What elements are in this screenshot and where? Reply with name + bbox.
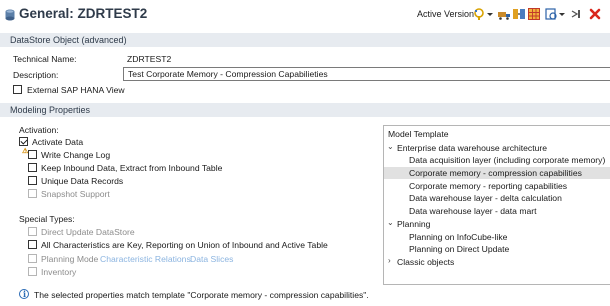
all-characteristics-label: All Characteristics are Key, Reporting o… <box>41 240 328 250</box>
snapshot-support-label: Snapshot Support <box>41 189 110 199</box>
mapping-icon[interactable] <box>512 7 526 21</box>
transport-icon[interactable] <box>497 7 511 21</box>
activate-data-label: Activate Data <box>32 137 84 147</box>
tree-item[interactable]: Data warehouse layer - data mart <box>409 205 537 217</box>
planning-mode-checkbox <box>28 254 37 263</box>
page-title: General: ZDRTEST2 <box>19 6 148 21</box>
all-characteristics-checkbox[interactable] <box>28 240 37 249</box>
info-message: The selected properties match template "… <box>34 290 369 300</box>
keep-inbound-label: Keep Inbound Data, Extract from Inbound … <box>41 163 223 173</box>
model-template-tree[interactable]: Model Template ⌄ Enterprise data warehou… <box>383 125 610 285</box>
keep-inbound-checkbox[interactable] <box>28 163 37 172</box>
description-field[interactable]: Test Corporate Memory - Compression Capa… <box>123 67 610 81</box>
inventory-checkbox <box>28 267 37 276</box>
characteristic-relations-link[interactable]: Characteristic Relations <box>100 254 191 264</box>
expand-arrow-icon[interactable]: ⌄ <box>387 218 394 227</box>
external-hana-view-label: External SAP HANA View <box>27 85 125 95</box>
datastore-section-header[interactable]: DataStore Object (advanced) <box>0 33 610 47</box>
special-types-label: Special Types: <box>19 214 75 224</box>
data-slices-link[interactable]: Data Slices <box>190 254 233 264</box>
technical-name-value: ZDRTEST2 <box>127 54 172 64</box>
description-value: Test Corporate Memory - Compression Capa… <box>128 69 328 79</box>
tree-title: Model Template <box>388 129 449 139</box>
grid-icon[interactable] <box>527 7 541 21</box>
description-label: Description: <box>13 70 59 80</box>
section-title: DataStore Object (advanced) <box>10 35 127 45</box>
activation-label: Activation: <box>19 125 59 135</box>
unique-records-label: Unique Data Records <box>41 176 124 186</box>
direct-update-checkbox <box>28 227 37 236</box>
planning-mode-label: Planning Mode <box>41 254 99 264</box>
snapshot-support-checkbox <box>28 189 37 198</box>
tree-item-selected[interactable]: Corporate memory - compression capabilit… <box>409 167 582 179</box>
write-change-log-checkbox[interactable] <box>28 150 37 159</box>
dropdown-arrow-icon[interactable] <box>558 7 566 21</box>
dropdown-arrow-icon[interactable] <box>486 7 494 21</box>
version-label: Active Version <box>417 9 475 19</box>
info-icon <box>19 289 29 299</box>
section-title: Modeling Properties <box>10 105 91 115</box>
inventory-label: Inventory <box>41 267 77 277</box>
technical-name-label: Technical Name: <box>13 54 77 64</box>
expand-arrow-icon[interactable]: ⌄ <box>387 142 394 151</box>
tree-item[interactable]: Corporate memory - reporting capabilitie… <box>409 180 567 192</box>
data-preview-icon[interactable] <box>544 7 558 21</box>
modeling-section-header[interactable]: Modeling Properties <box>0 103 610 117</box>
tree-item[interactable]: Planning on InfoCube-like <box>409 231 507 243</box>
more-icon[interactable] <box>569 7 583 21</box>
editor-header: General: ZDRTEST2 Active Version <box>0 0 610 30</box>
close-red-icon[interactable] <box>588 7 602 21</box>
collapse-arrow-icon[interactable]: › <box>388 256 391 265</box>
external-hana-view-checkbox[interactable] <box>13 85 22 94</box>
tree-item[interactable]: Data warehouse layer - delta calculation <box>409 192 562 204</box>
datastore-icon <box>5 9 15 21</box>
tree-group-edw[interactable]: Enterprise data warehouse architecture <box>397 142 547 154</box>
write-change-log-label: Write Change Log <box>41 150 111 160</box>
activate-icon[interactable] <box>473 7 487 21</box>
tree-group-classic[interactable]: Classic objects <box>397 256 454 268</box>
tree-group-planning[interactable]: Planning <box>397 218 430 230</box>
activate-data-checkbox[interactable] <box>19 137 28 146</box>
direct-update-label: Direct Update DataStore <box>41 227 135 237</box>
tree-item[interactable]: Data acquisition layer (including corpor… <box>409 154 605 166</box>
tree-item[interactable]: Planning on Direct Update <box>409 243 509 255</box>
unique-records-checkbox[interactable] <box>28 176 37 185</box>
